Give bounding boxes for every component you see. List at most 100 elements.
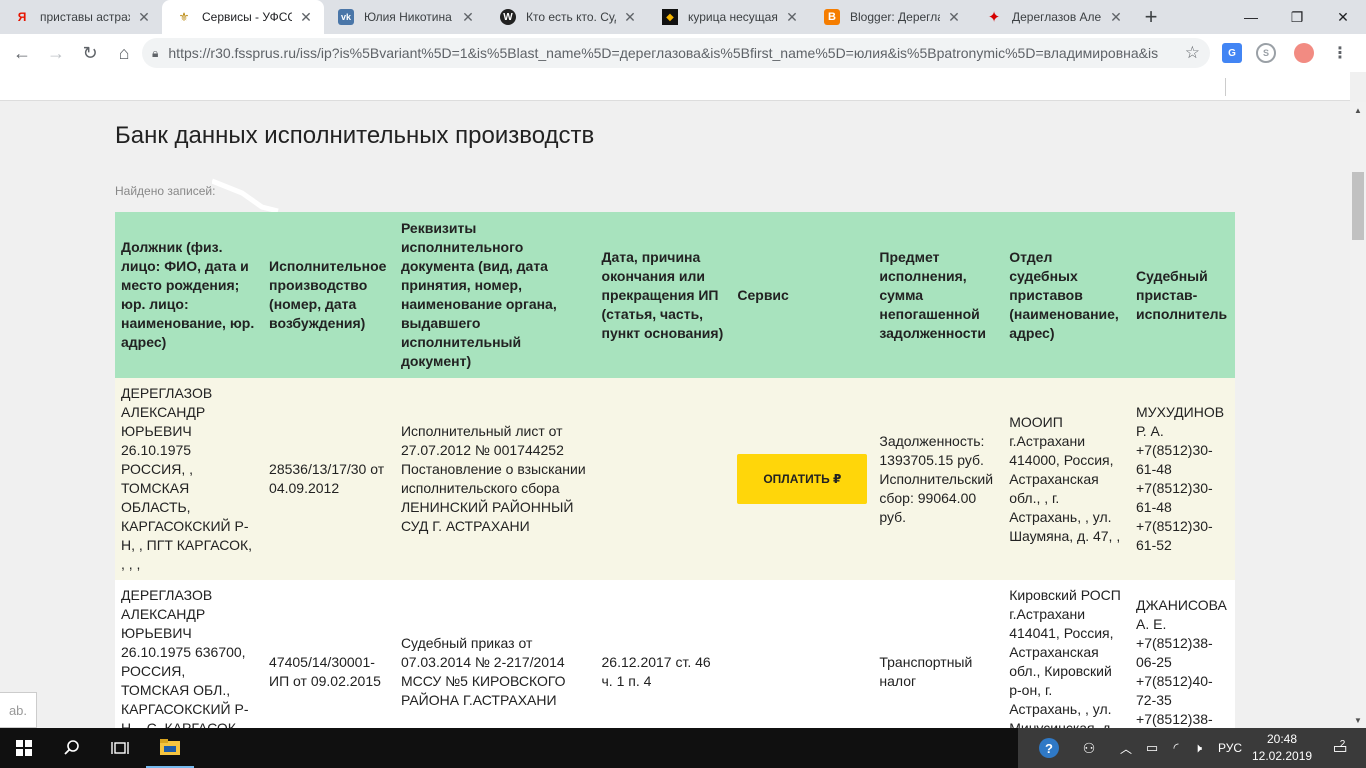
- back-button[interactable]: ←: [6, 37, 38, 69]
- lock-icon: 🔒︎: [152, 45, 159, 60]
- tab-title: Сервисы - УФССП: [202, 10, 292, 24]
- tab-wordpress[interactable]: W Кто есть кто. Суде ✕: [486, 0, 648, 34]
- column-header-subject: Предмет исполнения, сумма непогашенной з…: [873, 212, 1004, 378]
- volume-muted-icon[interactable]: 🕨︎: [1188, 728, 1208, 768]
- cell-end-date: 26.12.2017 ст. 46 ч. 1 п. 4: [595, 580, 732, 728]
- page-title: Банк данных исполнительных производств: [115, 122, 595, 149]
- tab-title: Дереглазов Алекс: [1012, 10, 1102, 24]
- cell-subject: Транспортный налог: [873, 580, 1004, 728]
- action-center-button[interactable]: ▭ 2: [1324, 728, 1354, 768]
- cell-service: ОПЛАТИТЬ ₽: [731, 378, 874, 580]
- site-header-strip: [0, 72, 1350, 101]
- close-window-button[interactable]: ✕: [1320, 0, 1366, 34]
- vertical-scrollbar[interactable]: ▲ ▼: [1350, 102, 1366, 728]
- tab-vk[interactable]: vk Юлия Никотина | ✕: [324, 0, 486, 34]
- tab-dereglazov[interactable]: ✦ Дереглазов Алекс ✕: [972, 0, 1134, 34]
- page-viewport: Банк данных исполнительных производств Н…: [0, 72, 1350, 728]
- task-view-icon: [111, 742, 129, 754]
- scroll-down-arrow-icon[interactable]: ▼: [1350, 712, 1366, 728]
- tab-yandex[interactable]: Я приставы астраха ✕: [0, 0, 162, 34]
- cell-department: Кировский РОСП г.Астрахани 414041, Росси…: [1003, 580, 1131, 728]
- home-button[interactable]: ⌂: [108, 37, 140, 69]
- search-button[interactable]: [48, 728, 96, 768]
- plus-icon: +: [1144, 4, 1158, 29]
- wifi-icon[interactable]: ◜: [1166, 728, 1186, 768]
- tab-chicken[interactable]: ◆ курица несущая я ✕: [648, 0, 810, 34]
- minimize-icon: —: [1244, 9, 1258, 25]
- table-header-row: Должник (физ. лицо: ФИО, дата и место ро…: [115, 212, 1235, 378]
- profile-avatar[interactable]: [1294, 43, 1314, 63]
- show-hidden-icons-button[interactable]: ︿: [1118, 728, 1134, 768]
- tab-title: курица несущая я: [688, 10, 778, 24]
- cell-service: [731, 580, 874, 728]
- forward-button[interactable]: →: [40, 37, 72, 69]
- side-widget-tab[interactable]: ab.: [0, 692, 37, 728]
- cell-subject: Задолженность: 1393705.15 руб. Исполните…: [873, 378, 1004, 580]
- tab-close-icon[interactable]: ✕: [946, 9, 962, 25]
- column-header-document: Реквизиты исполнительного документа (вид…: [394, 212, 596, 378]
- tab-title: Blogger: Дереглаз: [850, 10, 940, 24]
- reload-button[interactable]: ↻: [74, 37, 106, 69]
- fssp-emblem-icon: ⚜: [178, 10, 190, 24]
- task-view-button[interactable]: [96, 728, 144, 768]
- redaction-mark: [212, 178, 279, 214]
- tab-close-icon[interactable]: ✕: [622, 9, 638, 25]
- browser-toolbar: ← → ↻ ⌂ 🔒︎ https://r30.fssprus.ru/iss/ip…: [0, 34, 1366, 72]
- cell-bailiff: МУХУДИНОВ Р. А. +7(8512)30-61-48 +7(8512…: [1130, 378, 1235, 580]
- clock-time: 20:48: [1266, 732, 1298, 746]
- tab-close-icon[interactable]: ✕: [136, 9, 152, 25]
- tab-close-icon[interactable]: ✕: [1108, 9, 1124, 25]
- windows-logo-icon: [16, 740, 32, 756]
- language-indicator[interactable]: РУС: [1216, 728, 1244, 768]
- start-button[interactable]: [0, 728, 48, 768]
- cell-proceeding: 47405/14/30001-ИП от 09.02.2015: [263, 580, 395, 728]
- column-header-service: Сервис: [731, 212, 874, 378]
- cell-department: МООИП г.Астрахани 414000, Россия, Астрах…: [1003, 378, 1131, 580]
- side-widget-label: ab.: [8, 702, 28, 718]
- cell-bailiff: ДЖАНИСОВА А. Е. +7(8512)38-06-25 +7(8512…: [1130, 580, 1235, 728]
- taskbar-clock[interactable]: 20:48 12.02.2019: [1252, 731, 1312, 765]
- enforcement-proceedings-table: Должник (физ. лицо: ФИО, дата и место ро…: [115, 212, 1235, 728]
- vk-icon: vk: [338, 9, 354, 25]
- column-header-department: Отдел судебных приставов (наименование, …: [1003, 212, 1131, 378]
- url-text[interactable]: https://r30.fssprus.ru/iss/ip?is%5Bvaria…: [168, 45, 1158, 61]
- close-icon: ✕: [1337, 8, 1349, 25]
- battery-icon[interactable]: ▭: [1142, 728, 1162, 768]
- tab-close-icon[interactable]: ✕: [298, 9, 314, 25]
- tab-fssp-services[interactable]: ⚜ Сервисы - УФССП ✕: [162, 0, 324, 34]
- scrollbar-thumb[interactable]: [1352, 172, 1364, 240]
- address-bar[interactable]: 🔒︎ https://r30.fssprus.ru/iss/ip?is%5Bva…: [142, 38, 1210, 68]
- people-button[interactable]: ⚇: [1076, 728, 1102, 768]
- home-icon: ⌂: [118, 42, 130, 63]
- maximize-button[interactable]: ❐: [1274, 0, 1320, 34]
- tab-close-icon[interactable]: ✕: [784, 9, 800, 25]
- column-header-proceeding: Исполнительное производство (номер, дата…: [263, 212, 395, 378]
- help-icon: ?: [1039, 738, 1059, 758]
- table-row: ДЕРЕГЛАЗОВ АЛЕКСАНДР ЮРЬЕВИЧ 26.10.1975 …: [115, 580, 1235, 728]
- clock-date: 12.02.2019: [1252, 749, 1313, 763]
- minimize-button[interactable]: —: [1228, 0, 1274, 34]
- skype-extension-icon[interactable]: S: [1256, 43, 1276, 63]
- column-header-debtor: Должник (физ. лицо: ФИО, дата и место ро…: [115, 212, 264, 378]
- reload-icon: ↻: [82, 42, 98, 63]
- red-star-icon: ✦: [987, 9, 1001, 26]
- cell-end-date: [595, 378, 732, 580]
- tab-blogger[interactable]: B Blogger: Дереглаз ✕: [810, 0, 972, 34]
- menu-dots-icon[interactable]: ⋮: [1330, 43, 1350, 63]
- file-explorer-button[interactable]: [146, 728, 194, 768]
- browser-tab-strip: Я приставы астраха ✕ ⚜ Сервисы - УФССП ✕…: [0, 0, 1366, 34]
- cell-debtor: ДЕРЕГЛАЗОВ АЛЕКСАНДР ЮРЬЕВИЧ 26.10.1975 …: [115, 378, 264, 580]
- table-row: ДЕРЕГЛАЗОВ АЛЕКСАНДР ЮРЬЕВИЧ 26.10.1975 …: [115, 378, 1235, 580]
- column-header-bailiff: Судебный пристав-исполнитель: [1130, 212, 1235, 378]
- folder-icon: [160, 739, 180, 755]
- divider: [1225, 78, 1226, 96]
- help-button[interactable]: ?: [1036, 728, 1062, 768]
- new-tab-button[interactable]: +: [1134, 0, 1168, 34]
- tab-close-icon[interactable]: ✕: [460, 9, 476, 25]
- translate-extension-icon[interactable]: G: [1222, 43, 1242, 63]
- pay-button[interactable]: ОПЛАТИТЬ ₽: [737, 454, 868, 504]
- bookmark-star-icon[interactable]: ☆: [1185, 43, 1200, 63]
- search-icon: [64, 740, 79, 755]
- notification-count: 2: [1339, 738, 1346, 750]
- scroll-up-arrow-icon[interactable]: ▲: [1350, 102, 1366, 118]
